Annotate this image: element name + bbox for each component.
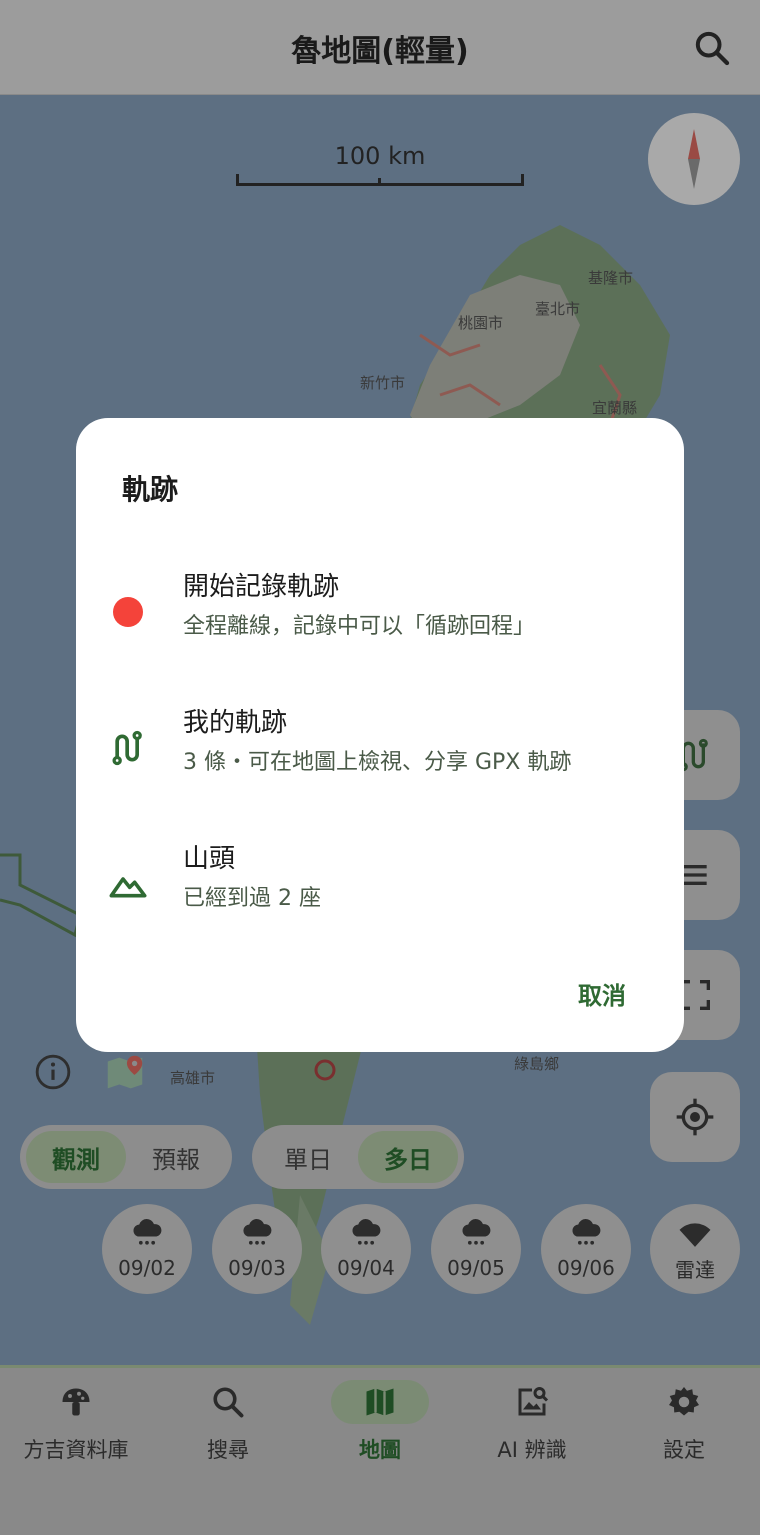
scale-tick [378,178,381,186]
nav-map[interactable]: 地圖 [304,1380,456,1464]
nav-label: AI 辨識 [497,1438,567,1462]
my-location-fab[interactable] [650,1072,740,1162]
city-label: 臺北市 [535,300,581,318]
item-subtitle: 全程離線，記錄中可以「循跡回程」 [183,614,536,639]
city-label: 新竹市 [360,374,406,392]
observe-forecast-toggle: 觀測 預報 [20,1125,232,1189]
day-button[interactable]: 09/03 [212,1204,302,1294]
crosshair-location-icon [676,1098,714,1136]
mushroom-icon [62,1388,90,1416]
compass-button[interactable] [648,113,740,205]
toggle-multi-day[interactable]: 多日 [358,1131,458,1183]
dialog-title: 軌跡 [122,473,179,506]
scale-label: 100 km [334,142,426,170]
radar-icon [679,1222,711,1247]
radar-label: 雷達 [675,1257,715,1282]
toggle-forecast[interactable]: 預報 [126,1131,226,1183]
day-button[interactable]: 09/06 [541,1204,631,1294]
dialog-item-my-tracks[interactable]: 我的軌跡 3 條・可在地圖上檢視、分享 GPX 軌跡 [76,702,684,802]
item-title: 我的軌跡 [183,708,288,738]
day-label: 09/06 [557,1256,615,1280]
day-label: 09/05 [447,1256,505,1280]
day-label: 09/02 [118,1256,176,1280]
mountain-icon [108,864,148,904]
nav-database[interactable]: 方吉資料庫 [0,1380,152,1464]
track-route-icon [108,728,148,768]
nav-label: 搜尋 [207,1438,249,1462]
item-subtitle: 已經到過 2 座 [183,886,321,911]
search-icon[interactable] [692,28,732,68]
day-label: 09/04 [337,1256,395,1280]
day-button[interactable]: 09/04 [321,1204,411,1294]
track-dialog: 軌跡 開始記錄軌跡 全程離線，記錄中可以「循跡回程」 我的軌跡 3 條・可在地圖… [76,418,684,1052]
google-maps-icon[interactable] [102,1050,148,1096]
record-dot-icon [108,592,148,632]
app-title: 魯地圖(輕量) [291,34,469,69]
nav-ai-recognition[interactable]: AI 辨識 [456,1380,608,1464]
item-title: 開始記錄軌跡 [183,572,340,602]
rain-cloud-icon [572,1219,601,1245]
day-button[interactable]: 09/02 [102,1204,192,1294]
item-subtitle: 3 條・可在地圖上檢視、分享 GPX 軌跡 [183,750,572,775]
toggle-observe[interactable]: 觀測 [26,1131,126,1183]
map-icon [366,1388,394,1416]
rain-cloud-icon [352,1219,381,1245]
cancel-button[interactable]: 取消 [578,976,626,1011]
nav-label: 地圖 [359,1438,401,1462]
item-title: 山頭 [183,844,236,874]
city-label: 綠島鄉 [514,1055,560,1073]
bottom-navigation: 方吉資料庫 搜尋 地圖 AI 辨識 設定 [0,1365,760,1535]
radar-button[interactable]: 雷達 [650,1204,740,1294]
dialog-item-start-recording[interactable]: 開始記錄軌跡 全程離線，記錄中可以「循跡回程」 [76,566,684,666]
nav-label: 設定 [663,1438,705,1462]
search-icon [213,1387,244,1418]
city-label: 高雄市 [170,1069,216,1087]
rain-cloud-icon [133,1219,162,1245]
gear-icon [669,1387,699,1416]
info-icon[interactable] [34,1053,72,1091]
scale-bar: 100 km [236,140,524,186]
nav-search[interactable]: 搜尋 [152,1380,304,1464]
dialog-item-peaks[interactable]: 山頭 已經到過 2 座 [76,838,684,938]
day-label: 09/03 [228,1256,286,1280]
nav-label: 方吉資料庫 [23,1438,129,1462]
image-search-icon [518,1387,549,1416]
rain-cloud-icon [462,1219,491,1245]
city-label: 基隆市 [588,269,634,287]
day-button[interactable]: 09/05 [431,1204,521,1294]
toggle-single-day[interactable]: 單日 [258,1131,358,1183]
app-bar: 魯地圖(輕量) [0,0,760,95]
rain-cloud-icon [243,1219,272,1245]
city-label: 桃園市 [458,314,504,332]
compass-icon [688,129,700,189]
nav-settings[interactable]: 設定 [608,1380,760,1464]
city-label: 宜蘭縣 [592,399,638,417]
range-toggle: 單日 多日 [252,1125,464,1189]
